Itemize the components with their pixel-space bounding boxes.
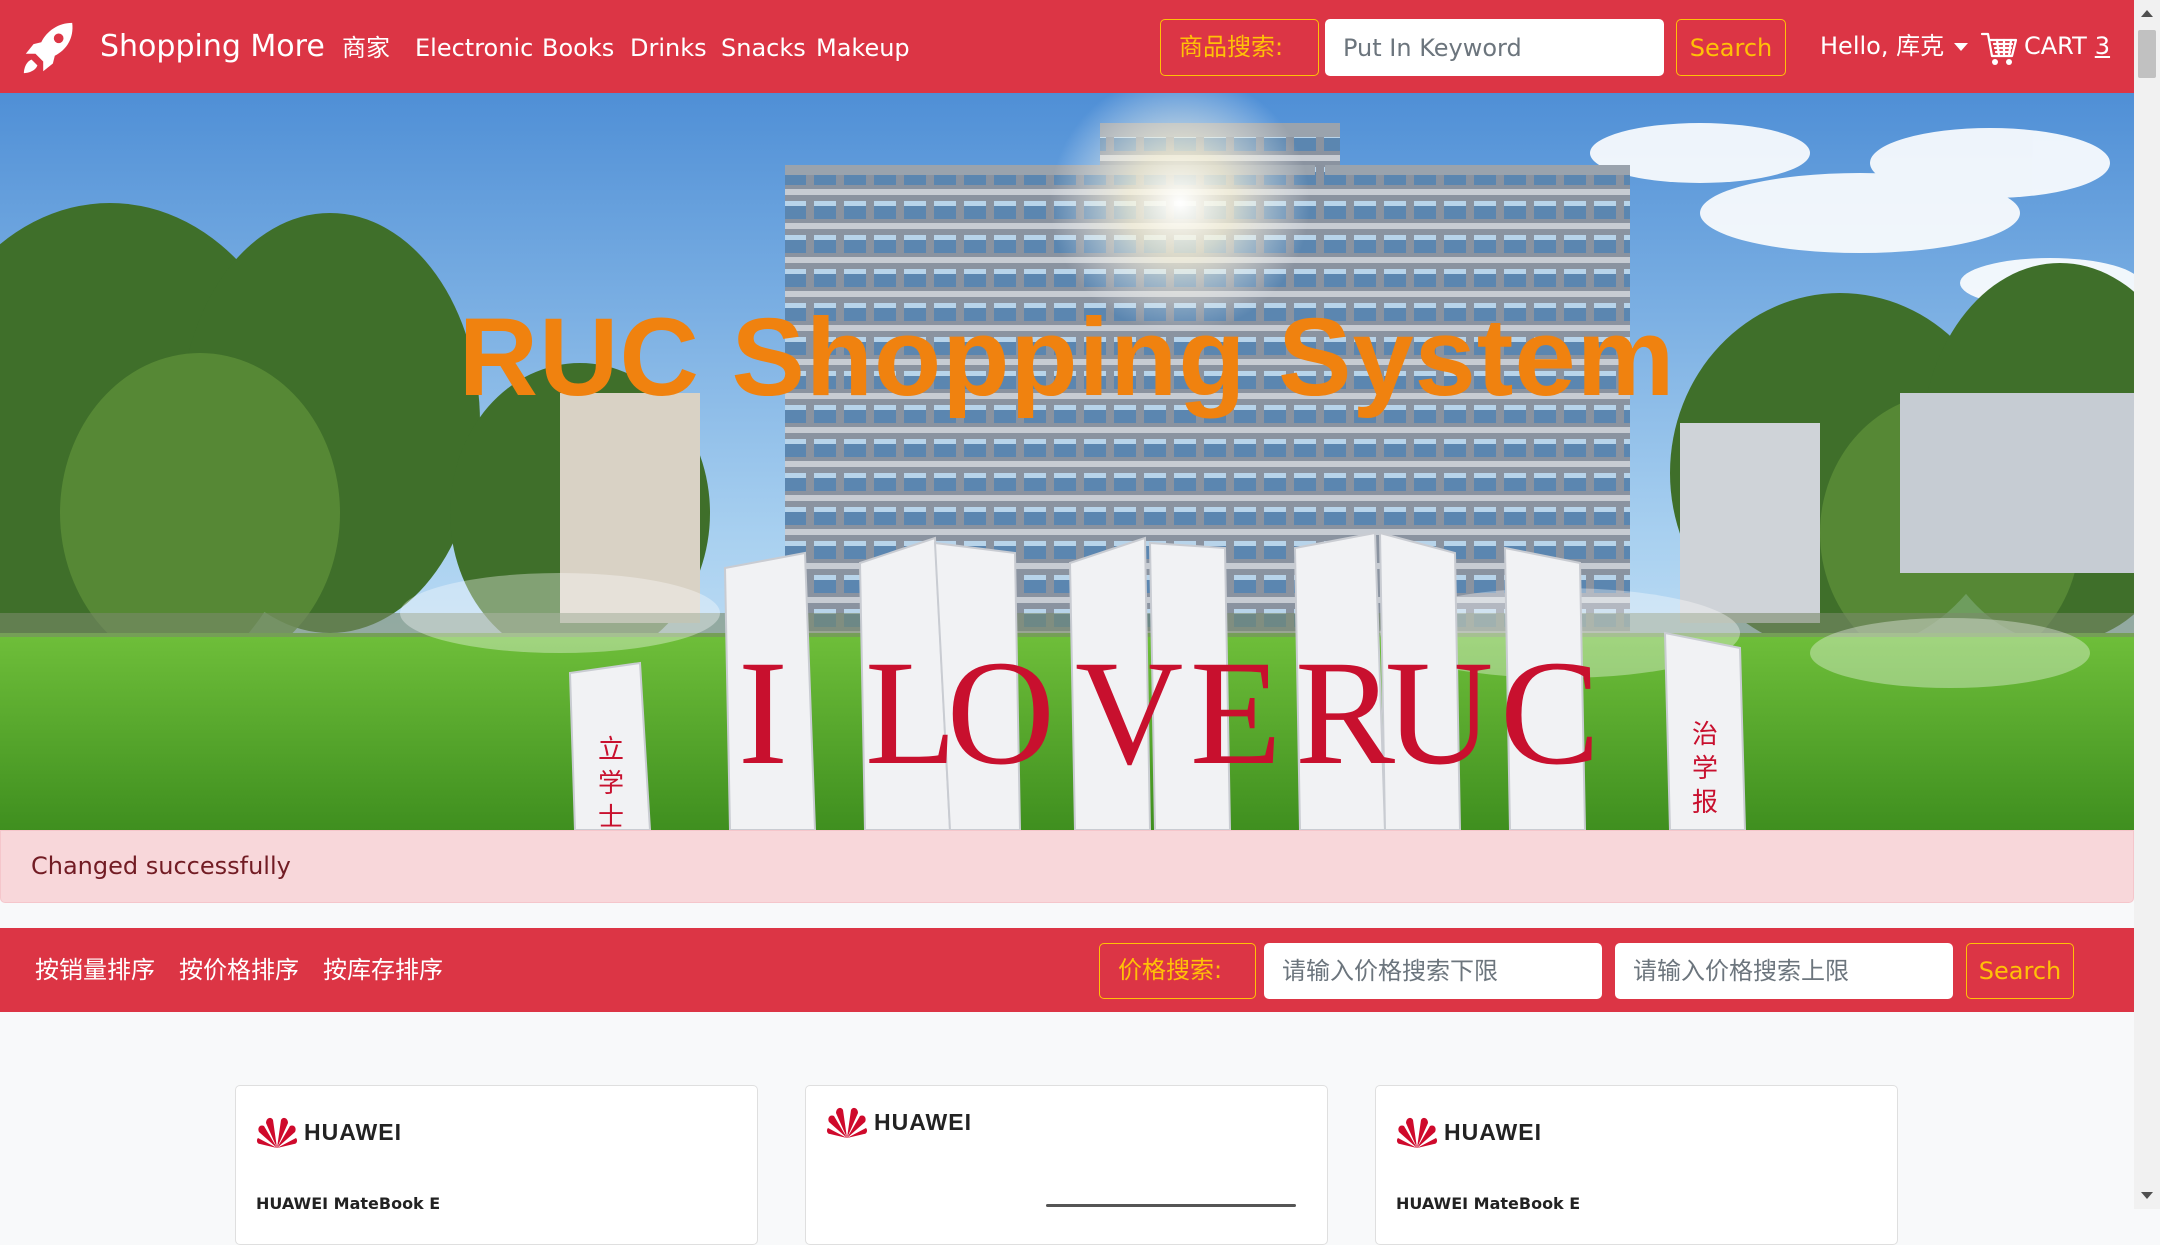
product-card[interactable]: HUAWEI HUAWEI MateBook E	[1375, 1085, 1898, 1245]
huawei-petals-icon	[1396, 1117, 1438, 1148]
price-min-input[interactable]	[1264, 943, 1602, 999]
sculpture-letter: C	[1500, 630, 1601, 796]
product-title[interactable]: HUAWEI MateBook E	[1396, 1194, 1580, 1213]
nav-link-electronic[interactable]: Electronic	[415, 30, 533, 66]
brand-wordmark: HUAWEI	[1444, 1119, 1542, 1145]
shopping-cart-icon[interactable]	[1980, 28, 2018, 68]
sort-by-stock-link[interactable]: 按库存排序	[323, 952, 443, 988]
huawei-logo: HUAWEI	[826, 1104, 971, 1144]
price-max-input[interactable]	[1615, 943, 1953, 999]
campus-photo	[0, 93, 2134, 830]
filter-bar: 按销量排序 按价格排序 按库存排序 价格搜索: Search	[0, 928, 2134, 1012]
sort-by-price-link[interactable]: 按价格排序	[179, 952, 299, 988]
success-alert: Changed successfully	[0, 830, 2134, 903]
rocket-icon[interactable]	[20, 19, 78, 77]
scrollbar-thumb[interactable]	[2138, 30, 2156, 78]
price-search-button[interactable]: Search	[1966, 943, 2074, 999]
brand-wordmark: HUAWEI	[304, 1119, 402, 1145]
chevron-down-icon	[1954, 43, 1969, 51]
page: Shopping More 商家 Electronic Books Drinks…	[0, 0, 2134, 1245]
nav-link-books[interactable]: Books	[542, 30, 614, 66]
product-card[interactable]: HUAWEI	[805, 1085, 1328, 1245]
scroll-down-arrow-icon[interactable]	[2141, 1192, 2153, 1199]
price-search-label: 价格搜索:	[1099, 943, 1256, 999]
cart-link[interactable]: CART 3	[2024, 28, 2110, 64]
sculpture-letter: U	[1385, 630, 1494, 796]
pillar-text-left: 立 学 士	[598, 735, 625, 830]
keyword-search-button[interactable]: Search	[1676, 19, 1786, 76]
keyword-search-input[interactable]	[1325, 19, 1664, 76]
hero-title: RUC Shopping System	[458, 296, 1676, 419]
sculpture-letter: V	[1075, 630, 1184, 796]
nav-link-merchants[interactable]: 商家	[342, 30, 390, 66]
user-dropdown[interactable]: Hello, 库克	[1820, 28, 1969, 64]
huawei-petals-icon	[826, 1107, 868, 1138]
top-navbar: Shopping More 商家 Electronic Books Drinks…	[0, 0, 2134, 93]
product-card[interactable]: HUAWEI HUAWEI MateBook E	[235, 1085, 758, 1245]
sculpture-letter: LO	[865, 630, 1055, 796]
nav-link-makeup[interactable]: Makeup	[816, 30, 910, 66]
scroll-up-arrow-icon[interactable]	[2141, 10, 2153, 17]
nav-link-drinks[interactable]: Drinks	[630, 30, 707, 66]
huawei-logo: HUAWEI	[1396, 1114, 1541, 1154]
nav-link-snacks[interactable]: Snacks	[721, 30, 806, 66]
brand-wordmark: HUAWEI	[874, 1109, 972, 1135]
cart-count: 3	[2094, 32, 2111, 60]
pillar-text-right: 治 学 报	[1692, 720, 1719, 818]
sculpture-letter: I	[738, 630, 788, 796]
sculpture-letter: R	[1295, 630, 1396, 796]
brand-name[interactable]: Shopping More	[100, 25, 325, 69]
sculpture-letter: E	[1190, 630, 1282, 796]
huawei-petals-icon	[256, 1117, 298, 1148]
huawei-logo: HUAWEI	[256, 1114, 401, 1154]
cart-label: CART	[2024, 32, 2087, 60]
sort-by-sales-link[interactable]: 按销量排序	[35, 952, 155, 988]
user-greeting: Hello, 库克	[1820, 32, 1945, 60]
hero-banner: I LO V E R U C 立 学 士 治 学 报 RUC Shopping …	[0, 93, 2134, 830]
product-search-label: 商品搜索:	[1160, 19, 1319, 76]
vertical-scrollbar[interactable]	[2134, 0, 2160, 1209]
laptop-image	[1046, 1204, 1296, 1207]
product-title[interactable]: HUAWEI MateBook E	[256, 1194, 440, 1213]
